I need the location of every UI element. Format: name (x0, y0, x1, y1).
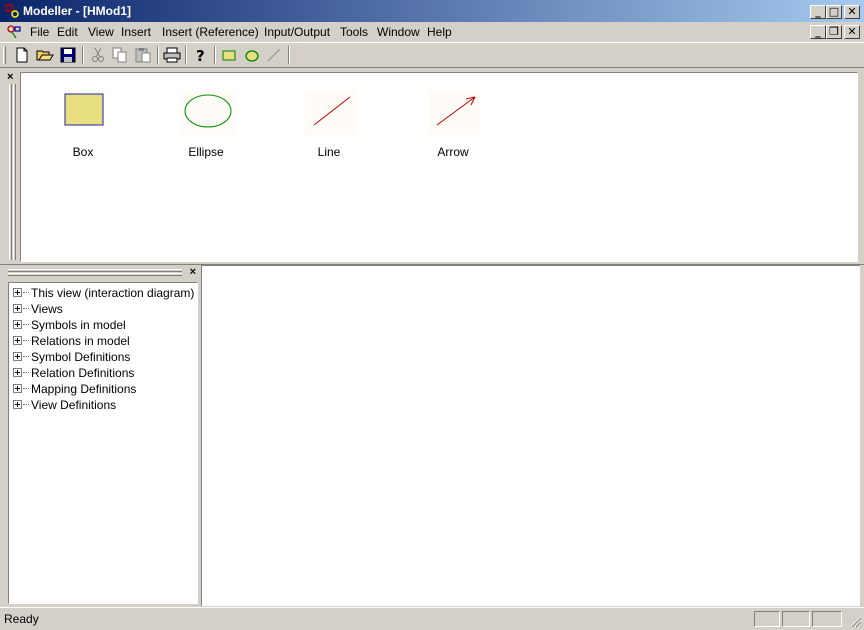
tree-connector (23, 308, 29, 309)
maximize-button[interactable]: □ (826, 5, 842, 19)
tree-item-label: Relation Definitions (31, 366, 135, 380)
toolbar-separator (157, 46, 159, 64)
resize-grip-icon[interactable] (850, 616, 862, 628)
save-icon[interactable] (58, 46, 78, 64)
toolbar-separator (288, 46, 290, 64)
shape-palette-panel: × Box Ellipse Line Arrow (4, 70, 860, 262)
tree-item-label: Symbol Definitions (31, 350, 131, 364)
expand-plus-icon[interactable] (13, 304, 22, 313)
box-shape-icon (64, 93, 104, 126)
close-button[interactable]: ✕ (844, 5, 860, 19)
palette-close-icon[interactable]: × (7, 71, 13, 83)
line-tool-icon[interactable] (264, 46, 284, 64)
ellipse-shape-icon (182, 91, 234, 135)
model-tree-panel: × This view (interaction diagram) Views … (4, 266, 200, 606)
window-title: Modeller - [HMod1] (23, 4, 131, 18)
tree-connector (23, 404, 29, 405)
palette-item-ellipse[interactable]: Ellipse (166, 83, 246, 163)
expand-plus-icon[interactable] (13, 352, 22, 361)
menu-file[interactable]: File (30, 25, 49, 39)
arrow-shape-icon (429, 91, 481, 135)
menu-bar: File Edit View Insert Insert (Reference)… (0, 22, 864, 42)
mdi-restore-button[interactable]: ❐ (826, 25, 842, 39)
tree-item-label: Relations in model (31, 334, 130, 348)
expand-plus-icon[interactable] (13, 288, 22, 297)
mdi-close-button[interactable]: ✕ (844, 25, 860, 39)
status-text: Ready (4, 612, 39, 626)
svg-text:?: ? (196, 47, 205, 64)
palette-label: Line (317, 145, 341, 159)
line-shape-icon (305, 91, 357, 135)
status-bar: Ready (0, 607, 864, 630)
diagram-canvas[interactable] (201, 265, 860, 606)
palette-label: Arrow (437, 145, 469, 159)
palette-label: Box (72, 145, 94, 159)
menu-tools[interactable]: Tools (340, 25, 368, 39)
model-tree: This view (interaction diagram) Views Sy… (8, 282, 198, 604)
minimize-icon: _ (815, 25, 821, 38)
menu-edit[interactable]: Edit (57, 25, 78, 39)
tree-connector (23, 340, 29, 341)
ellipse-tool-icon[interactable] (242, 46, 262, 64)
cut-icon[interactable] (88, 46, 108, 64)
minimize-button[interactable]: _ (810, 5, 826, 19)
tree-panel-grip[interactable] (8, 273, 182, 276)
copy-icon[interactable] (110, 46, 130, 64)
menu-insert[interactable]: Insert (121, 25, 151, 39)
tree-item-label: Mapping Definitions (31, 382, 137, 396)
mdi-minimize-button[interactable]: _ (810, 25, 826, 39)
status-pane (812, 611, 842, 627)
palette-grip[interactable] (13, 84, 16, 260)
palette-item-box[interactable]: Box (43, 83, 123, 163)
expand-plus-icon[interactable] (13, 384, 22, 393)
shape-palette: Box Ellipse Line Arrow (20, 72, 858, 262)
restore-icon: ❐ (829, 25, 839, 38)
minimize-icon: _ (815, 5, 821, 18)
status-pane (782, 611, 810, 627)
expand-plus-icon[interactable] (13, 400, 22, 409)
tree-item-label: Symbols in model (31, 318, 126, 332)
help-icon[interactable]: ? (191, 46, 211, 64)
toolbar: ? (0, 42, 864, 68)
paste-icon[interactable] (133, 46, 153, 64)
new-document-icon[interactable] (12, 46, 32, 64)
palette-item-line[interactable]: Line (289, 83, 369, 163)
print-icon[interactable] (162, 46, 182, 64)
palette-grip[interactable] (9, 84, 12, 260)
document-system-menu-icon[interactable] (6, 24, 22, 40)
tree-item-label: View Definitions (31, 398, 117, 412)
status-pane (754, 611, 780, 627)
close-icon: ✕ (847, 25, 857, 38)
box-tool-icon[interactable] (219, 46, 239, 64)
menu-window[interactable]: Window (377, 25, 420, 39)
expand-plus-icon[interactable] (13, 368, 22, 377)
tree-item-label: This view (interaction diagram) (31, 286, 195, 300)
tree-panel-header: × (4, 266, 200, 280)
tree-connector (23, 356, 29, 357)
toolbar-grip[interactable] (3, 46, 6, 64)
open-folder-icon[interactable] (35, 46, 55, 64)
tree-connector (23, 324, 29, 325)
toolbar-separator (185, 46, 187, 64)
menu-insert-reference[interactable]: Insert (Reference) (162, 25, 259, 39)
tree-close-icon[interactable]: × (190, 266, 196, 278)
menu-help[interactable]: Help (427, 25, 452, 39)
toolbar-separator (82, 46, 84, 64)
title-bar[interactable]: Modeller - [HMod1] _ □ ✕ (0, 0, 864, 22)
tree-panel-grip[interactable] (8, 269, 182, 272)
toolbar-separator (214, 46, 216, 64)
palette-label: Ellipse (188, 145, 224, 159)
menu-view[interactable]: View (88, 25, 114, 39)
expand-plus-icon[interactable] (13, 320, 22, 329)
menu-input-output[interactable]: Input/Output (264, 25, 330, 39)
palette-item-arrow[interactable]: Arrow (413, 83, 493, 163)
tree-item-label: Views (31, 302, 63, 316)
tree-connector (23, 372, 29, 373)
expand-plus-icon[interactable] (13, 336, 22, 345)
tree-connector (23, 388, 29, 389)
maximize-icon: □ (828, 5, 840, 18)
modeller-app-icon (5, 4, 19, 18)
tree-connector (23, 292, 29, 293)
close-icon: ✕ (847, 5, 857, 18)
